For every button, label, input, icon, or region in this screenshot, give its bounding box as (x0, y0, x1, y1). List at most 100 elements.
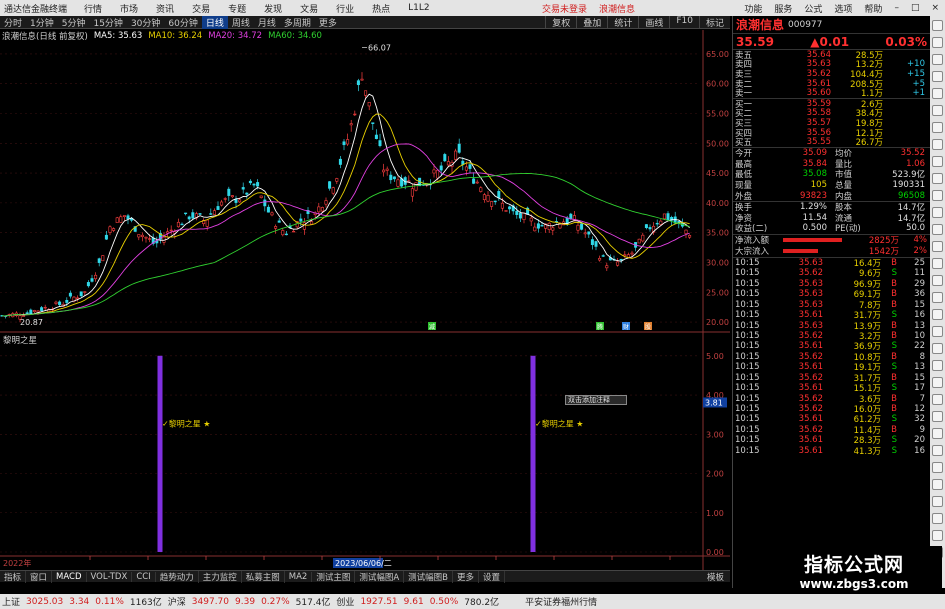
tab-trend-power[interactable]: 趋势动力 (156, 570, 199, 583)
stock-notice[interactable]: 浪潮信息 (593, 2, 641, 15)
side-tool-icon[interactable] (932, 156, 943, 167)
candle-body (482, 194, 486, 200)
ask-price: 35.63 (806, 59, 831, 70)
maximize-icon[interactable]: □ (905, 3, 926, 13)
side-tool-icon[interactable] (932, 496, 943, 507)
stats-button[interactable]: 统计 (607, 15, 638, 29)
trade-count: 9 (919, 424, 925, 435)
period-intraday[interactable]: 分时 (0, 16, 26, 29)
side-tool-icon[interactable] (932, 258, 943, 269)
side-tool-icon[interactable] (932, 122, 943, 133)
annotation-popup[interactable]: 双击添加注释 (565, 395, 627, 405)
side-tool-icon[interactable] (932, 377, 943, 388)
side-tool-icon[interactable] (932, 139, 943, 150)
menu-item-topics[interactable]: 专题 (219, 2, 255, 15)
tab-ma2[interactable]: MA2 (285, 571, 313, 582)
options-button[interactable]: 选项 (828, 2, 858, 15)
tab-test-sub-b[interactable]: 测试幅图B (404, 570, 453, 583)
period-15min[interactable]: 15分钟 (89, 16, 126, 29)
menu-item-news[interactable]: 资讯 (147, 2, 183, 15)
side-tool-icon[interactable] (932, 428, 943, 439)
tab-main-monitor[interactable]: 主力监控 (199, 570, 242, 583)
menu-item-market[interactable]: 市场 (111, 2, 147, 15)
candle-body (364, 90, 368, 96)
side-tool-icon[interactable] (932, 190, 943, 201)
trade-row[interactable]: 10:15 35.61 41.3万 S 16 (733, 446, 930, 457)
side-tool-icon[interactable] (932, 275, 943, 286)
index-name[interactable]: 创业 (336, 595, 354, 608)
candle-body (605, 265, 609, 269)
side-tool-icon[interactable] (932, 20, 943, 31)
adjust-button[interactable]: 复权 (545, 15, 576, 29)
side-tool-icon[interactable] (932, 309, 943, 320)
tab-private-main[interactable]: 私募主图 (242, 570, 285, 583)
side-tool-icon[interactable] (932, 394, 943, 405)
side-tool-icon[interactable] (932, 326, 943, 337)
side-tool-icon[interactable] (932, 105, 943, 116)
period-60min[interactable]: 60分钟 (164, 16, 201, 29)
period-multi[interactable]: 多周期 (280, 16, 315, 29)
overlay-button[interactable]: 叠加 (576, 15, 607, 29)
period-30min[interactable]: 30分钟 (127, 16, 164, 29)
menu-item-hot[interactable]: 热点 (363, 2, 399, 15)
menu-item-discover[interactable]: 发现 (255, 2, 291, 15)
side-tool-icon[interactable] (932, 241, 943, 252)
period-1min[interactable]: 1分钟 (26, 16, 58, 29)
help-button[interactable]: 帮助 (858, 2, 888, 15)
side-tool-icon[interactable] (932, 292, 943, 303)
ask-row[interactable]: 卖一 35.60 1.1万 +1 (733, 88, 930, 99)
function-button[interactable]: 功能 (738, 2, 768, 15)
tab-macd[interactable]: MACD (52, 571, 87, 582)
side-tool-icon[interactable] (932, 54, 943, 65)
formula-button[interactable]: 公式 (798, 2, 828, 15)
f10-button[interactable]: F10 (669, 15, 699, 29)
menu-item-wenyi[interactable]: 文易 (291, 2, 327, 15)
tab-test-sub-a[interactable]: 测试幅图A (355, 570, 405, 583)
draw-button[interactable]: 画线 (638, 15, 669, 29)
index-name[interactable]: 沪深 (168, 595, 186, 608)
side-tool-icon[interactable] (932, 173, 943, 184)
menu-item-l1l2[interactable]: L1L2 (399, 3, 438, 13)
side-tool-icon[interactable] (932, 479, 943, 490)
candle-body (616, 261, 620, 266)
tab-settings[interactable]: 设置 (479, 570, 506, 583)
side-tool-icon[interactable] (932, 88, 943, 99)
service-button[interactable]: 服务 (768, 2, 798, 15)
kline-chart[interactable]: 65.00 60.00 55.00 50.00 45.00 40.00 35.00 30.00… (0, 30, 730, 570)
trade-login-notice[interactable]: 交易未登录 (536, 2, 593, 15)
menu-item-trade[interactable]: 交易 (183, 2, 219, 15)
period-weekly[interactable]: 周线 (228, 16, 254, 29)
index-name[interactable]: 上证 (2, 595, 20, 608)
side-tool-icon[interactable] (932, 411, 943, 422)
side-tool-icon[interactable] (932, 224, 943, 235)
side-tool-icon[interactable] (932, 207, 943, 218)
period-monthly[interactable]: 月线 (254, 16, 280, 29)
candle-body (432, 169, 436, 174)
tab-indicator[interactable]: 指标 (0, 570, 27, 583)
template-button[interactable]: 模板 (701, 571, 730, 583)
tick-trades[interactable]: 10:15 35.63 16.4万 B 25 10:15 35.62 9.6万 S 11 10:15… (733, 258, 930, 457)
tab-vol-tdx[interactable]: VOL-TDX (87, 571, 133, 582)
period-5min[interactable]: 5分钟 (58, 16, 90, 29)
side-tool-icon[interactable] (932, 37, 943, 48)
side-tool-icon[interactable] (932, 513, 943, 524)
side-tool-icon[interactable] (932, 71, 943, 82)
side-tool-icon[interactable] (932, 462, 943, 473)
side-tool-icon[interactable] (932, 445, 943, 456)
side-tool-icon[interactable] (932, 530, 943, 541)
tab-window[interactable]: 窗口 (26, 570, 53, 583)
period-more[interactable]: 更多 (315, 16, 341, 29)
candle-body (490, 201, 494, 207)
menu-item-quotes[interactable]: 行情 (75, 2, 111, 15)
tab-cci[interactable]: CCI (132, 571, 156, 582)
tab-more[interactable]: 更多 (453, 570, 480, 583)
minimize-icon[interactable]: – (888, 3, 905, 13)
bid-row[interactable]: 买五 35.55 26.7万 (733, 137, 930, 148)
close-icon[interactable]: × (925, 3, 945, 13)
period-daily[interactable]: 日线 (201, 15, 228, 29)
mark-button[interactable]: 标记 (698, 15, 730, 29)
side-tool-icon[interactable] (932, 360, 943, 371)
menu-item-industry[interactable]: 行业 (327, 2, 363, 15)
tab-test-main[interactable]: 测试主图 (312, 570, 356, 583)
side-tool-icon[interactable] (932, 343, 943, 354)
